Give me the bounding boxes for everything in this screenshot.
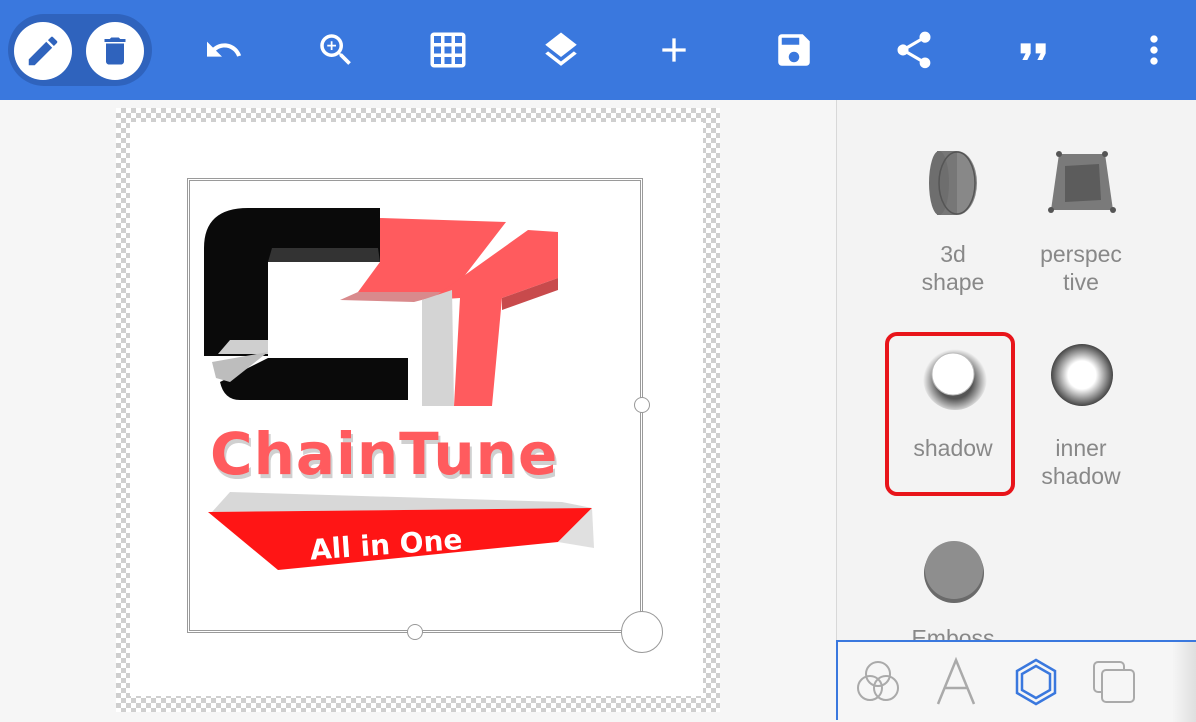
resize-handle-right[interactable] [634, 397, 650, 413]
quote-button[interactable] [1006, 22, 1062, 78]
trash-icon [104, 37, 126, 65]
tab-duplicate[interactable] [1084, 654, 1144, 710]
plus-icon [662, 38, 686, 62]
tab-scroll-edge [1172, 642, 1196, 722]
more-vert-icon [1150, 35, 1158, 65]
grid-button[interactable] [420, 22, 476, 78]
layers-icon [545, 32, 577, 66]
effects-panel: 3d shape perspec tive shadow inner shado… [836, 100, 1196, 640]
share-icon [897, 31, 931, 69]
inner-shadow-circle-icon [1051, 344, 1113, 406]
layers-button[interactable] [533, 22, 589, 78]
resize-handle-bottom[interactable] [407, 624, 423, 640]
zoom-button[interactable] [308, 22, 364, 78]
selection-frame [187, 178, 643, 633]
effect-label: shadow [913, 435, 993, 461]
save-icon [778, 34, 810, 66]
emboss-circle-icon [924, 541, 984, 603]
pencil-edit-button[interactable] [14, 22, 72, 80]
tab-text[interactable] [926, 654, 986, 710]
perspective-trapezoid-icon [1048, 151, 1116, 213]
add-button[interactable] [646, 22, 702, 78]
effect-label: 3d shape [921, 241, 985, 295]
pencil-icon [28, 36, 58, 66]
more-options-button[interactable] [1126, 22, 1182, 78]
copy-layers-icon [1093, 661, 1135, 703]
undo-icon [207, 41, 242, 57]
mode-toggle [8, 14, 152, 86]
effect-label: perspec tive [1040, 241, 1122, 295]
letter-a-icon [936, 656, 976, 705]
grid-icon [430, 32, 466, 68]
effect-perspective[interactable]: perspec tive [1017, 144, 1145, 304]
undo-button[interactable] [194, 22, 250, 78]
circles-overlap-icon [857, 661, 899, 701]
tab-shape-effects[interactable] [1006, 654, 1066, 710]
effect-emboss[interactable]: Emboss [889, 534, 1017, 640]
effect-inner-shadow[interactable]: inner shadow [1017, 336, 1145, 496]
quote-icon [1020, 43, 1046, 60]
3d-cylinder-icon [929, 151, 977, 215]
resize-handle-corner[interactable] [621, 611, 663, 653]
top-toolbar [0, 0, 1196, 100]
effect-shadow[interactable]: shadow [889, 336, 1017, 496]
bottom-tab-bar [836, 640, 1196, 722]
effect-label: inner shadow [1041, 435, 1121, 489]
tab-blend[interactable] [848, 654, 908, 710]
delete-button[interactable] [86, 22, 144, 80]
effect-label: Emboss [911, 625, 995, 640]
save-button[interactable] [766, 22, 822, 78]
zoom-in-icon [320, 34, 351, 65]
hexagon-icon [1015, 658, 1057, 706]
shadow-circle-icon [923, 346, 987, 410]
effect-3d-shape[interactable]: 3d shape [889, 144, 1017, 304]
share-button[interactable] [886, 22, 942, 78]
